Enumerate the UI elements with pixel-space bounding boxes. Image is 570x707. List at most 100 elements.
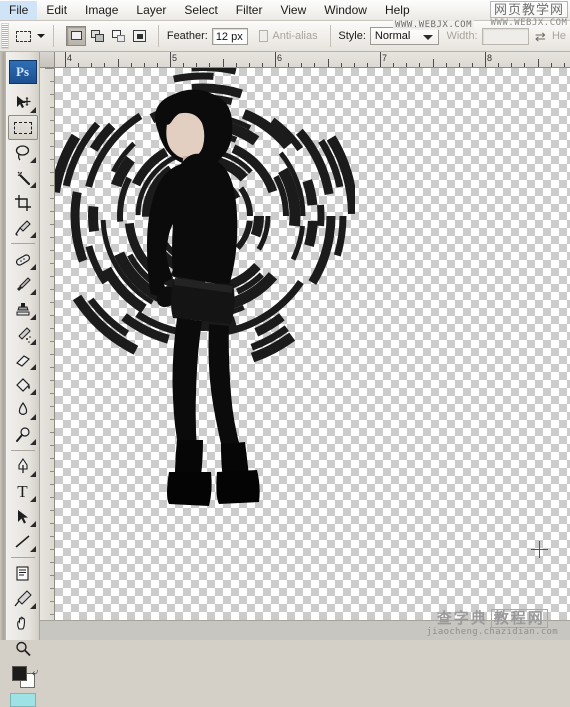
- tool-submenu-indicator: [30, 182, 36, 188]
- ruler-minor-tick: [50, 432, 54, 433]
- ruler-minor-tick: [50, 380, 54, 381]
- ruler-minor-tick: [50, 458, 54, 459]
- swap-colors-icon[interactable]: ⤶: [32, 665, 39, 680]
- ruler-minor-tick: [236, 63, 237, 67]
- path-selection-tool[interactable]: [8, 504, 38, 529]
- photoshop-logo: Ps: [9, 60, 37, 84]
- style-label: Style:: [338, 30, 366, 42]
- tool-submenu-indicator: [30, 314, 36, 320]
- active-tool-preview-icon[interactable]: [15, 25, 32, 47]
- menu-item-view[interactable]: View: [271, 1, 315, 20]
- ruler-minor-tick: [288, 63, 289, 67]
- ruler-minor-tick: [50, 120, 54, 121]
- anti-alias-label: Anti-alias: [272, 30, 317, 42]
- crop-icon: [14, 194, 32, 212]
- ruler-minor-tick: [328, 59, 329, 67]
- pen-tool[interactable]: [8, 454, 38, 479]
- tool-submenu-indicator: [30, 157, 36, 163]
- ruler-minor-tick: [50, 419, 54, 420]
- add-to-selection-button[interactable]: [87, 26, 107, 46]
- chevron-down-icon: [423, 35, 433, 40]
- ruler-minor-tick: [196, 63, 197, 67]
- ruler-minor-tick: [50, 575, 54, 576]
- ruler-minor-tick: [50, 81, 54, 82]
- options-bar-grip[interactable]: [1, 23, 9, 49]
- ruler-minor-tick: [50, 601, 54, 602]
- watermark-bottom-url: jiaocheng.chazidian.com: [426, 628, 558, 638]
- anti-alias-checkbox[interactable]: [259, 30, 269, 42]
- tool-preset-chevron-down-icon[interactable]: [37, 34, 45, 38]
- rectangular-marquee-tool[interactable]: [8, 115, 38, 140]
- ruler-minor-tick: [551, 63, 552, 67]
- toolbox-divider: [11, 450, 35, 451]
- eyedropper-tool[interactable]: [8, 215, 38, 240]
- ruler-corner[interactable]: [40, 52, 55, 68]
- type-tool[interactable]: T: [8, 479, 38, 504]
- ruler-major-tick: [485, 52, 486, 67]
- ruler-minor-tick: [50, 250, 54, 251]
- ruler-minor-tick: [419, 63, 420, 67]
- blur-tool[interactable]: [8, 397, 38, 422]
- style-select-value: Normal: [371, 30, 410, 42]
- color-sampler-tool[interactable]: [8, 586, 38, 611]
- quick-mask-mode-button[interactable]: [10, 693, 36, 707]
- menu-item-layer[interactable]: Layer: [127, 1, 175, 20]
- clone-stamp-tool[interactable]: [8, 297, 38, 322]
- ruler-minor-tick: [50, 237, 54, 238]
- ruler-minor-tick: [538, 59, 539, 67]
- menu-item-help[interactable]: Help: [376, 1, 419, 20]
- line-tool[interactable]: [8, 529, 38, 554]
- foreground-color-swatch[interactable]: [12, 666, 27, 681]
- healing-brush-tool[interactable]: [8, 247, 38, 272]
- menu-item-image[interactable]: Image: [76, 1, 127, 20]
- watermark-top-cn: 网页教学网: [490, 1, 568, 18]
- hand-tool[interactable]: [8, 611, 38, 636]
- tool-submenu-indicator: [30, 546, 36, 552]
- ruler-major-tick: [380, 52, 381, 67]
- feather-input[interactable]: 12 px: [212, 28, 248, 45]
- ruler-minor-tick: [50, 276, 54, 277]
- ruler-minor-tick: [433, 59, 434, 67]
- tool-submenu-indicator: [30, 521, 36, 527]
- notes-tool[interactable]: [8, 561, 38, 586]
- ruler-minor-tick: [91, 63, 92, 67]
- menu-item-select[interactable]: Select: [175, 1, 226, 20]
- ruler-minor-tick: [249, 63, 250, 67]
- subtract-from-selection-button[interactable]: [108, 26, 128, 46]
- brush-tool[interactable]: [8, 272, 38, 297]
- gradient-tool[interactable]: [8, 372, 38, 397]
- history-brush-tool[interactable]: [8, 322, 38, 347]
- tool-submenu-indicator: [30, 339, 36, 345]
- menu-item-edit[interactable]: Edit: [37, 1, 76, 20]
- tool-submenu-indicator: [30, 232, 36, 238]
- watermark-bottom-cn-left: 查字典: [437, 610, 488, 627]
- color-swatches: ⤶: [8, 665, 38, 689]
- document-canvas[interactable]: [55, 68, 570, 620]
- horizontal-ruler[interactable]: 456789: [55, 52, 570, 68]
- width-input[interactable]: [482, 28, 529, 45]
- ruler-minor-tick: [50, 146, 54, 147]
- ruler-minor-tick: [50, 172, 54, 173]
- eraser-tool[interactable]: [8, 347, 38, 372]
- swap-width-height-icon[interactable]: ⇄: [535, 30, 546, 43]
- dodge-tool[interactable]: [8, 422, 38, 447]
- ruler-minor-tick: [459, 63, 460, 67]
- move-tool[interactable]: [8, 90, 38, 115]
- ruler-minor-tick: [301, 63, 302, 67]
- ruler-minor-tick: [50, 354, 54, 355]
- magic-wand-tool[interactable]: [8, 165, 38, 190]
- ruler-minor-tick: [131, 63, 132, 67]
- ruler-minor-tick: [50, 302, 54, 303]
- ruler-major-tick: [275, 52, 276, 67]
- menu-item-file[interactable]: File: [0, 1, 37, 20]
- crop-tool[interactable]: [8, 190, 38, 215]
- intersect-with-selection-button[interactable]: [129, 26, 149, 46]
- menu-item-window[interactable]: Window: [315, 1, 376, 20]
- vertical-ruler[interactable]: [40, 68, 55, 620]
- menu-item-filter[interactable]: Filter: [227, 1, 272, 20]
- divider: [53, 25, 54, 47]
- ruler-minor-tick: [50, 445, 54, 446]
- artwork-image: [55, 68, 355, 528]
- new-selection-button[interactable]: [66, 26, 86, 46]
- lasso-tool[interactable]: [8, 140, 38, 165]
